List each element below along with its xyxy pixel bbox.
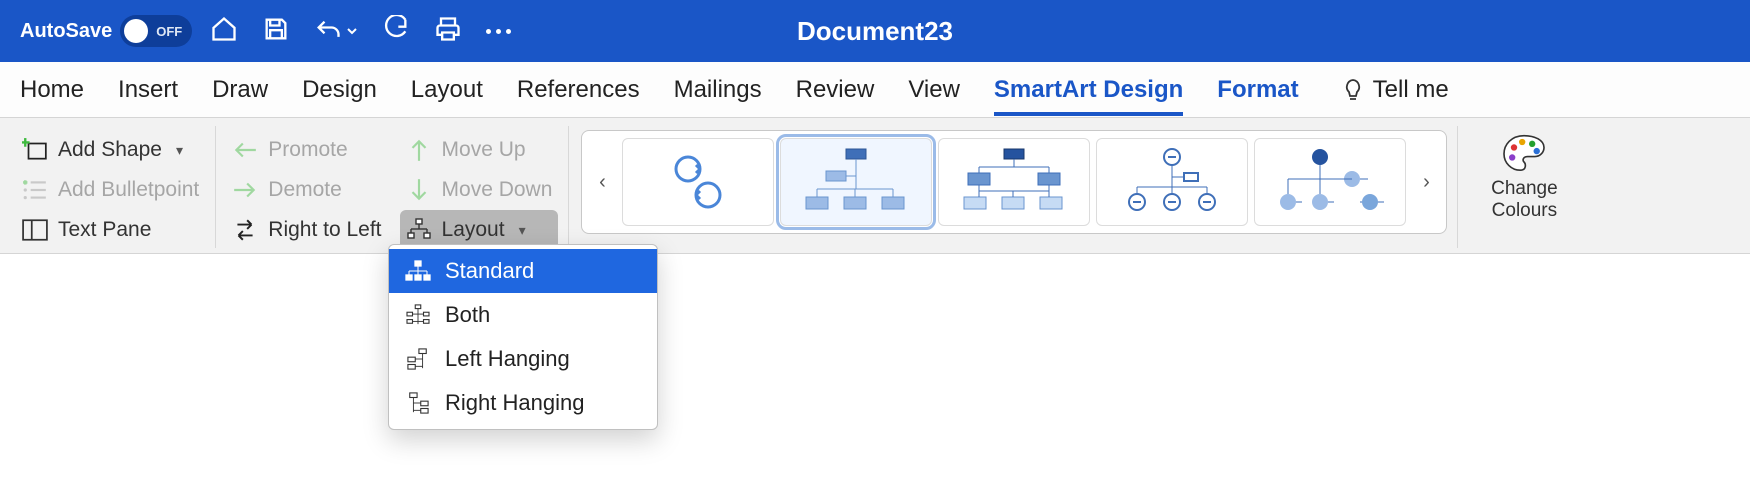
ribbon-group-hierarchy: Promote Demote Right to Left bbox=[224, 126, 389, 248]
chevron-down-icon: ▾ bbox=[176, 142, 183, 159]
home-icon[interactable] bbox=[210, 15, 238, 48]
ribbon: Add Shape ▾ Add Bulletpoint Text Pane bbox=[0, 118, 1750, 254]
autosave-label: AutoSave bbox=[20, 20, 112, 43]
autosave-toggle-knob bbox=[124, 19, 148, 43]
right-to-left-icon bbox=[232, 217, 258, 243]
add-shape-label: Add Shape bbox=[58, 138, 162, 162]
ribbon-group-layouts: ‹ bbox=[577, 126, 1458, 248]
layout-thumb-org-1[interactable] bbox=[780, 138, 932, 226]
layout-option-label: Left Hanging bbox=[445, 346, 570, 372]
tab-references[interactable]: References bbox=[517, 68, 640, 112]
tab-smartart-design[interactable]: SmartArt Design bbox=[994, 68, 1183, 116]
print-icon[interactable] bbox=[434, 15, 462, 48]
right-hanging-icon bbox=[405, 391, 431, 415]
tab-layout[interactable]: Layout bbox=[411, 68, 483, 112]
layout-thumb-org-2[interactable] bbox=[938, 138, 1090, 226]
move-down-button[interactable]: Move Down bbox=[400, 170, 559, 210]
layout-label: Layout bbox=[442, 218, 505, 242]
demote-label: Demote bbox=[268, 178, 342, 202]
layout-thumb-org-3[interactable] bbox=[1096, 138, 1248, 226]
layout-dropdown-menu: Standard Both Left Hanging Right Hanging bbox=[388, 244, 658, 430]
text-pane-label: Text Pane bbox=[58, 218, 151, 242]
move-down-icon bbox=[406, 177, 432, 203]
text-pane-icon bbox=[22, 217, 48, 243]
demote-button[interactable]: Demote bbox=[226, 170, 387, 210]
bulletpoint-icon bbox=[22, 177, 48, 203]
right-to-left-label: Right to Left bbox=[268, 218, 381, 242]
ribbon-group-move: Move Up Move Down Layout ▾ bbox=[398, 126, 570, 248]
tab-draw[interactable]: Draw bbox=[212, 68, 268, 112]
move-up-icon bbox=[406, 137, 432, 163]
left-hanging-icon bbox=[405, 347, 431, 371]
layout-option-label: Both bbox=[445, 302, 490, 328]
tab-format[interactable]: Format bbox=[1217, 68, 1298, 112]
layout-thumb-org-4[interactable] bbox=[1254, 138, 1406, 226]
promote-arrow-icon bbox=[232, 137, 258, 163]
move-up-button[interactable]: Move Up bbox=[400, 130, 559, 170]
text-pane-button[interactable]: Text Pane bbox=[16, 210, 205, 250]
gallery-next-button[interactable]: › bbox=[1412, 137, 1440, 227]
chevron-down-icon: ▾ bbox=[519, 222, 526, 239]
document-canvas[interactable] bbox=[0, 254, 1750, 502]
palette-icon bbox=[1502, 132, 1546, 172]
tab-insert[interactable]: Insert bbox=[118, 68, 178, 112]
ribbon-tabs: Home Insert Draw Design Layout Reference… bbox=[0, 62, 1750, 118]
both-layout-icon bbox=[405, 303, 431, 327]
quick-access-toolbar bbox=[210, 15, 511, 48]
layout-icon bbox=[406, 217, 432, 243]
layout-option-label: Standard bbox=[445, 258, 534, 284]
autosave-toggle-group: AutoSave OFF bbox=[20, 15, 192, 47]
gallery-prev-button[interactable]: ‹ bbox=[588, 137, 616, 227]
layout-option-standard[interactable]: Standard bbox=[389, 249, 657, 293]
change-colours-label: Change Colours bbox=[1478, 178, 1570, 222]
redo-icon[interactable] bbox=[382, 15, 410, 48]
move-down-label: Move Down bbox=[442, 178, 553, 202]
add-bulletpoint-label: Add Bulletpoint bbox=[58, 178, 199, 202]
promote-label: Promote bbox=[268, 138, 347, 162]
tell-me[interactable]: Tell me bbox=[1341, 76, 1449, 104]
promote-button[interactable]: Promote bbox=[226, 130, 387, 170]
layouts-gallery: ‹ bbox=[581, 130, 1447, 234]
layout-option-right-hanging[interactable]: Right Hanging bbox=[389, 381, 657, 425]
layout-option-label: Right Hanging bbox=[445, 390, 584, 416]
more-icon[interactable] bbox=[486, 29, 511, 34]
undo-split-button[interactable] bbox=[314, 17, 358, 45]
tab-review[interactable]: Review bbox=[796, 68, 875, 112]
right-to-left-button[interactable]: Right to Left bbox=[226, 210, 387, 250]
add-bulletpoint-button[interactable]: Add Bulletpoint bbox=[16, 170, 205, 210]
title-bar: AutoSave OFF Document23 bbox=[0, 0, 1750, 62]
layout-option-left-hanging[interactable]: Left Hanging bbox=[389, 337, 657, 381]
tab-view[interactable]: View bbox=[908, 68, 960, 112]
layout-thumb-cycle[interactable] bbox=[622, 138, 774, 226]
tab-mailings[interactable]: Mailings bbox=[674, 68, 762, 112]
ribbon-group-create-graphic: Add Shape ▾ Add Bulletpoint Text Pane bbox=[12, 126, 216, 248]
autosave-toggle[interactable]: OFF bbox=[120, 15, 192, 47]
document-title: Document23 bbox=[797, 16, 953, 47]
change-colours-button[interactable]: Change Colours bbox=[1478, 132, 1570, 222]
add-shape-icon bbox=[22, 137, 48, 163]
layout-option-both[interactable]: Both bbox=[389, 293, 657, 337]
tab-design[interactable]: Design bbox=[302, 68, 377, 112]
save-icon[interactable] bbox=[262, 15, 290, 48]
tell-me-label: Tell me bbox=[1373, 76, 1449, 104]
lightbulb-icon bbox=[1341, 78, 1365, 102]
autosave-state: OFF bbox=[156, 24, 182, 39]
demote-arrow-icon bbox=[232, 177, 258, 203]
standard-layout-icon bbox=[405, 259, 431, 283]
add-shape-button[interactable]: Add Shape ▾ bbox=[16, 130, 205, 170]
move-up-label: Move Up bbox=[442, 138, 526, 162]
tab-home[interactable]: Home bbox=[20, 68, 84, 112]
